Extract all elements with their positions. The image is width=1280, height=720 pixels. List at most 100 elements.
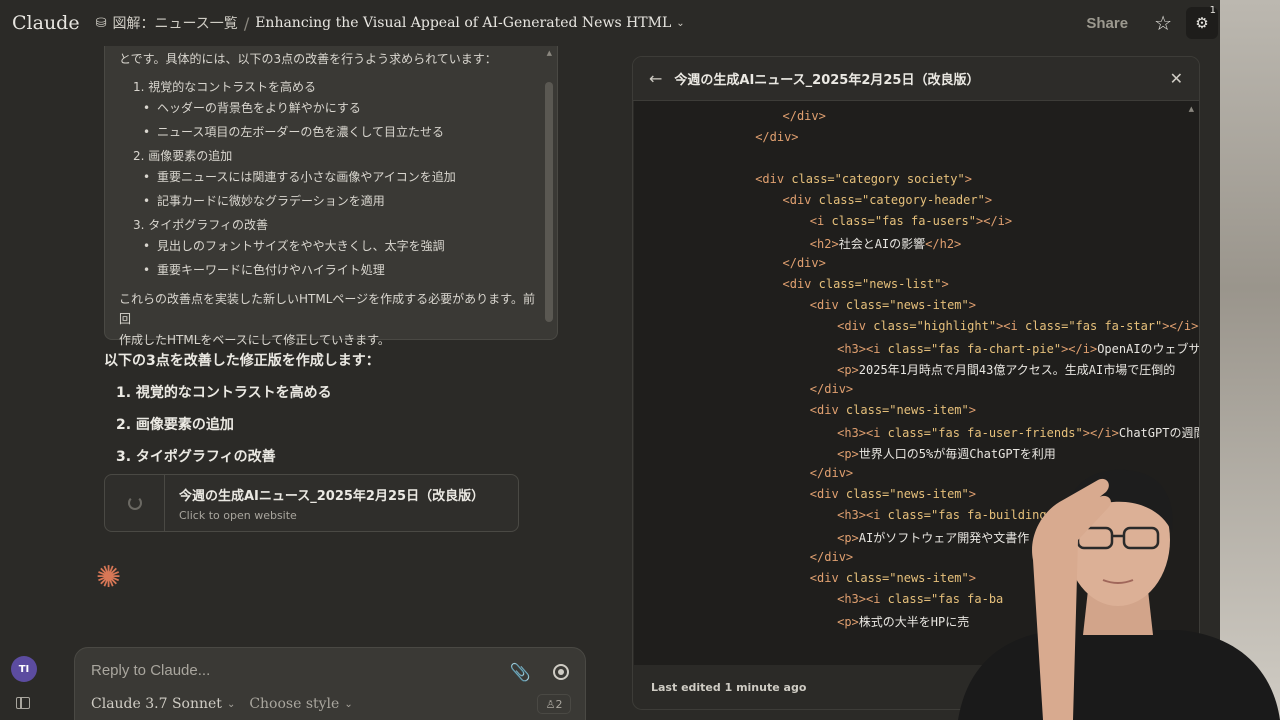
user-count: 2 bbox=[555, 697, 563, 711]
scroll-up-arrow-icon[interactable]: ▲ bbox=[547, 48, 552, 59]
breadcrumb: ⛁ 図解：ニュース一覧 / Enhancing the Visual Appea… bbox=[96, 13, 685, 33]
attach-icon[interactable]: 📎 bbox=[510, 663, 531, 683]
assistant-reply: 以下の3点を改善した修正版を作成します： 1. 視覚的なコントラストを高める 2… bbox=[104, 350, 564, 478]
code-token: OpenAIのウェブサ bbox=[1097, 342, 1200, 356]
code-line: </div> bbox=[755, 130, 798, 144]
reply-heading: 以下の3点を改善した修正版を作成します： bbox=[104, 353, 380, 369]
code-token: <i bbox=[809, 214, 832, 228]
code-token: <div bbox=[809, 403, 846, 417]
artifact-title: 今週の生成AIニュース_2025年2月25日（改良版） bbox=[179, 488, 485, 504]
reply-input[interactable]: Reply to Claude... bbox=[91, 662, 569, 679]
code-token: <h3><i bbox=[837, 342, 888, 356]
code-token: "highlight" bbox=[916, 319, 997, 333]
star-icon[interactable]: ☆ bbox=[1154, 11, 1172, 35]
code-line: <div class="highlight"><i class="fas fa-… bbox=[837, 319, 1199, 333]
claude-logo[interactable]: Claude bbox=[12, 12, 80, 34]
reply-item: 1. 視覚的なコントラストを高める bbox=[116, 385, 332, 401]
claude-sparkle-icon: ✺ bbox=[96, 560, 122, 595]
code-token: "fas fa-star" bbox=[1068, 319, 1163, 333]
artifact-panel-header: ← 今週の生成AIニュース_2025年2月25日（改良版） ✕ bbox=[633, 57, 1199, 101]
code-token: "news-item" bbox=[889, 298, 969, 312]
chevron-down-icon: ⌄ bbox=[344, 698, 353, 710]
code-token: "news-item" bbox=[889, 403, 969, 417]
code-token: "category-header" bbox=[861, 193, 985, 207]
code-token: </div> bbox=[809, 550, 854, 564]
code-line: <div class="news-list"> bbox=[783, 277, 949, 291]
code-line: <div class="category-header"> bbox=[783, 193, 993, 207]
controls-badge: 1 bbox=[1209, 5, 1216, 16]
code-line: <h3><i class="fas fa-user-friends"></i>C… bbox=[837, 424, 1200, 441]
code-token: class= bbox=[845, 571, 890, 585]
breadcrumb-project[interactable]: 図解：ニュース一覧 bbox=[113, 13, 238, 33]
loading-spinner-icon bbox=[127, 496, 142, 510]
code-token: > bbox=[941, 277, 949, 291]
code-token: "fas fa-user-friends" bbox=[931, 426, 1083, 440]
code-token: <div bbox=[782, 277, 819, 291]
code-line: <div class="news-item"> bbox=[810, 403, 976, 417]
code-token: "category society" bbox=[834, 172, 965, 186]
model-name[interactable]: Claude 3.7 Sonnet bbox=[91, 696, 222, 712]
code-token: class= bbox=[887, 342, 932, 356]
code-line: <div class="category society"> bbox=[755, 172, 972, 186]
code-line: <h2>社会とAIの影響</h2> bbox=[810, 235, 961, 252]
code-token: class= bbox=[845, 403, 890, 417]
reply-list: 1. 視覚的なコントラストを高める 2. 画像要素の追加 3. タイポグラフィの… bbox=[104, 382, 564, 466]
code-token: 2025年1月時点で月間43億アクセス。生成AI市場で圧倒的 bbox=[858, 363, 1176, 377]
code-token: ></i> bbox=[976, 214, 1013, 228]
user-count-badge[interactable]: ♙ 2 bbox=[537, 694, 571, 714]
code-token: <div bbox=[782, 193, 819, 207]
chat-controls-button[interactable]: ⚙ 1 bbox=[1186, 5, 1218, 39]
chevron-down-icon[interactable]: ⌄ bbox=[676, 18, 684, 29]
webcam-person-image bbox=[958, 469, 1280, 720]
user-avatar[interactable]: TI bbox=[11, 656, 37, 682]
code-token: class= bbox=[887, 592, 932, 606]
code-line: <i class="fas fa-users"></i> bbox=[810, 214, 1012, 228]
scroll-up-arrow-icon[interactable]: ▲ bbox=[1189, 105, 1194, 113]
reply-item: 3. タイポグラフィの改善 bbox=[116, 449, 276, 465]
code-line: <h3><i class="fas fa-chart-pie"></i>Open… bbox=[837, 340, 1200, 357]
code-token: 社会とAIの影響 bbox=[838, 237, 926, 251]
sidebar-toggle-icon[interactable] bbox=[16, 697, 30, 709]
style-selector[interactable]: Choose style bbox=[249, 696, 339, 712]
code-token: <div bbox=[809, 298, 846, 312]
code-token: <div bbox=[755, 172, 792, 186]
code-token: class= bbox=[791, 172, 835, 186]
code-line: </div> bbox=[810, 466, 853, 480]
thinking-item: 3. タイポグラフィの改善 見出しのフォントサイズをやや大きくし、太字を強調 重… bbox=[133, 216, 537, 279]
code-token: > bbox=[964, 172, 972, 186]
code-line: </div> bbox=[783, 109, 826, 123]
thinking-item: 1. 視覚的なコントラストを高める ヘッダーの背景色をより鮮やかにする ニュース… bbox=[133, 78, 537, 141]
code-token: </div> bbox=[809, 382, 854, 396]
model-selector[interactable]: Claude 3.7 Sonnet ⌄ Choose style ⌄ bbox=[91, 696, 353, 712]
close-icon[interactable]: ✕ bbox=[1170, 69, 1183, 88]
code-token: ChatGPTの週間 bbox=[1118, 426, 1200, 440]
thinking-item: 2. 画像要素の追加 重要ニュースには関連する小さな画像やアイコンを追加 記事カ… bbox=[133, 147, 537, 210]
last-edited: Last edited 1 minute ago bbox=[651, 681, 807, 694]
code-token: class= bbox=[831, 214, 875, 228]
thinking-scrollbar[interactable] bbox=[545, 82, 553, 322]
code-token: <p> bbox=[837, 615, 859, 629]
code-token: </div> bbox=[782, 109, 826, 123]
code-token: <p> bbox=[837, 531, 859, 545]
thinking-panel: ▲ とです。具体的には、以下の3点の改善を行うよう求められています： 1. 視覚… bbox=[104, 46, 558, 347]
share-button[interactable]: Share bbox=[1086, 15, 1128, 32]
code-token: "fas fa-users" bbox=[874, 214, 976, 228]
code-token: class= bbox=[887, 508, 932, 522]
code-token: class= bbox=[845, 298, 890, 312]
back-arrow-icon[interactable]: ← bbox=[649, 69, 662, 88]
code-token: <div bbox=[809, 571, 846, 585]
code-token: > bbox=[984, 193, 993, 207]
code-token: <h2> bbox=[809, 237, 839, 251]
code-line: <div class="news-item"> bbox=[810, 298, 976, 312]
person-icon: ♙ bbox=[545, 697, 556, 711]
code-token: "fas fa-chart-pie" bbox=[931, 342, 1062, 356]
record-icon[interactable] bbox=[553, 664, 569, 680]
thinking-item-label: 3. タイポグラフィの改善 bbox=[133, 218, 269, 232]
chat-title[interactable]: Enhancing the Visual Appeal of AI-Genera… bbox=[255, 15, 671, 31]
project-icon: ⛁ bbox=[95, 15, 107, 31]
message-composer[interactable]: Reply to Claude... 📎 Claude 3.7 Sonnet ⌄… bbox=[74, 647, 586, 720]
code-token: <div bbox=[809, 487, 846, 501]
breadcrumb-separator: / bbox=[243, 13, 250, 33]
artifact-card[interactable]: 今週の生成AIニュース_2025年2月25日（改良版） Click to ope… bbox=[104, 474, 519, 532]
code-token: </h2> bbox=[925, 237, 962, 251]
